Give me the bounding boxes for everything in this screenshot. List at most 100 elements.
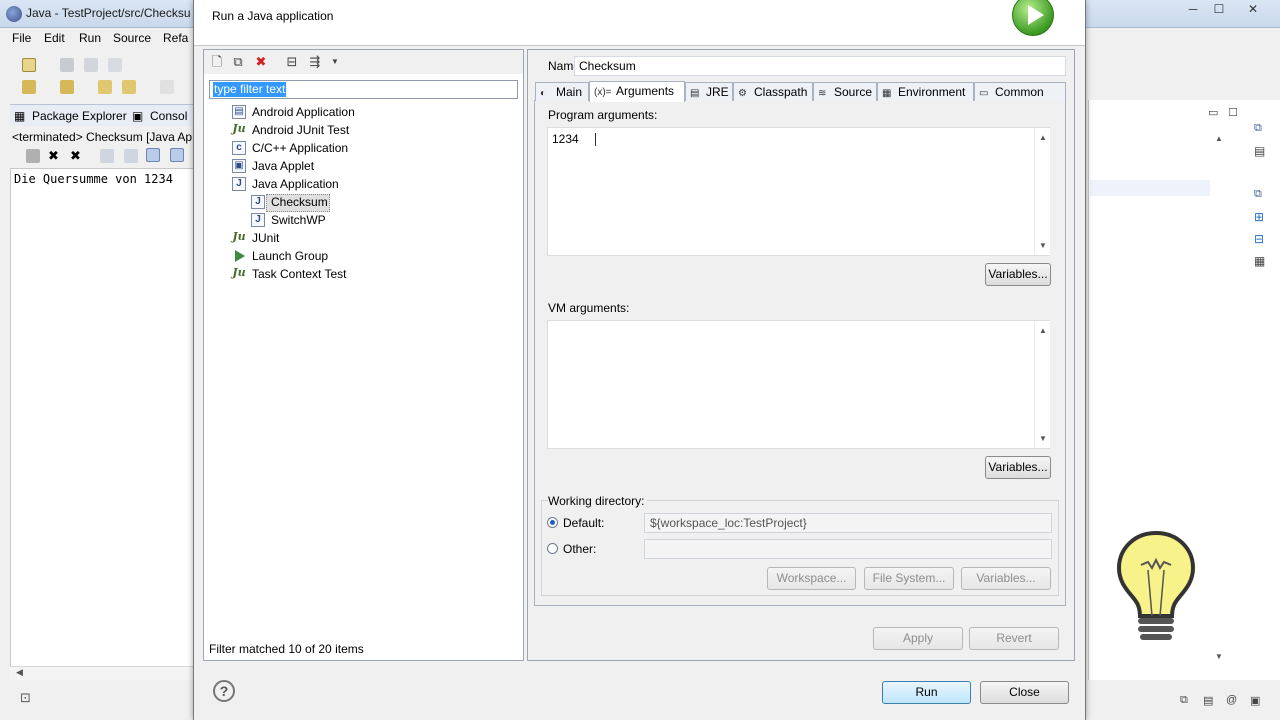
- tab-package-explorer[interactable]: Package Explorer: [32, 109, 127, 123]
- launch-group-icon: [232, 249, 246, 263]
- revert-button[interactable]: Revert: [969, 627, 1059, 650]
- print-icon[interactable]: [108, 58, 122, 72]
- tab-console[interactable]: Consol: [150, 109, 187, 123]
- scroll-up-icon[interactable]: ▲: [1215, 134, 1223, 143]
- other-radio[interactable]: [547, 543, 558, 554]
- scroll-up-icon[interactable]: ▲: [1039, 133, 1047, 142]
- maximize-icon[interactable]: ☐: [1206, 2, 1232, 18]
- word-wrap-icon[interactable]: [146, 148, 160, 162]
- task-list-icon[interactable]: ▦: [1254, 254, 1265, 268]
- tab-arguments[interactable]: (x)= Arguments: [589, 81, 685, 102]
- hierarchy-icon[interactable]: ⊞: [1254, 210, 1264, 224]
- java-app-icon: J: [232, 177, 246, 191]
- terminate-icon[interactable]: [26, 149, 40, 163]
- other-directory-field[interactable]: [644, 539, 1052, 559]
- save-all-icon[interactable]: [84, 58, 98, 72]
- restore-icon[interactable]: ⧉: [1254, 122, 1262, 135]
- program-arguments-scrollbar[interactable]: ▲ ▼: [1034, 128, 1050, 255]
- tab-common[interactable]: ▭ Common: [974, 82, 1066, 101]
- delete-config-icon[interactable]: ✖: [254, 55, 268, 69]
- tree-item-label: Task Context Test: [252, 267, 347, 281]
- outline-selection: [1090, 180, 1210, 196]
- restore-icon-2[interactable]: ⧉: [1254, 188, 1262, 201]
- tree-item-label: Checksum: [271, 195, 328, 209]
- next-annotation-icon[interactable]: [22, 80, 36, 94]
- menu-run[interactable]: Run: [79, 31, 101, 45]
- eclipse-window-title: Java - TestProject/src/Checksu: [26, 6, 191, 20]
- program-arguments-textarea[interactable]: 1234: [547, 127, 1050, 256]
- tab-jre[interactable]: ▤ JRE: [685, 82, 733, 101]
- tab-label: Source: [834, 85, 873, 99]
- eclipse-app-icon: [6, 6, 22, 22]
- prev-annotation-icon[interactable]: [60, 80, 74, 94]
- tab-environment[interactable]: ▦ Environment: [877, 82, 974, 101]
- tree-item-label: C/C++ Application: [252, 141, 349, 155]
- junit-view-icon[interactable]: ⊟: [1254, 232, 1264, 246]
- status-problems-icon[interactable]: ▤: [1203, 694, 1213, 707]
- tab-source[interactable]: ≋ Source: [813, 82, 877, 101]
- scroll-left-icon[interactable]: ◀: [16, 667, 23, 678]
- new-icon[interactable]: [22, 58, 36, 72]
- close-button[interactable]: Close: [980, 681, 1069, 704]
- console-area[interactable]: [10, 168, 195, 668]
- program-variables-button[interactable]: Variables...: [985, 263, 1051, 286]
- remove-all-icon[interactable]: ✖: [70, 149, 84, 163]
- collapse-all-icon[interactable]: ⊟: [285, 55, 299, 69]
- junit-icon: Ju: [232, 122, 246, 135]
- last-edit-icon[interactable]: [98, 80, 112, 94]
- console-status: <terminated> Checksum [Java Ap: [12, 130, 193, 144]
- java-applet-icon: ▣: [232, 159, 246, 173]
- workspace-button[interactable]: Workspace...: [767, 567, 856, 590]
- console-icon: ▣: [132, 109, 144, 123]
- horizontal-scrollbar[interactable]: ◀: [10, 666, 195, 680]
- help-icon[interactable]: ?: [213, 680, 235, 702]
- name-input[interactable]: [574, 56, 1066, 76]
- configuration-toolbar: [204, 50, 523, 74]
- close-window-icon[interactable]: ✕: [1240, 2, 1266, 18]
- menu-refactor[interactable]: Refa: [163, 31, 188, 45]
- other-variables-button[interactable]: Variables...: [961, 567, 1051, 590]
- file-system-button[interactable]: File System...: [864, 567, 954, 590]
- menu-edit[interactable]: Edit: [44, 31, 65, 45]
- status-declaration-icon[interactable]: ▣: [1250, 694, 1260, 707]
- new-config-icon[interactable]: 🗋: [210, 55, 224, 69]
- android-app-icon: ▤: [232, 105, 246, 119]
- outline-icon[interactable]: ▤: [1254, 144, 1265, 158]
- status-javadoc-icon[interactable]: @: [1226, 694, 1237, 706]
- tree-item-label: Android Application: [252, 105, 355, 119]
- tab-main[interactable]: ◐ Main: [535, 82, 589, 101]
- fast-view-icon[interactable]: ⊡: [20, 690, 31, 706]
- scroll-up-icon[interactable]: ▲: [1039, 326, 1047, 335]
- save-icon[interactable]: [60, 58, 74, 72]
- vm-arguments-scrollbar[interactable]: ▲ ▼: [1034, 321, 1050, 448]
- menu-source[interactable]: Source: [113, 31, 151, 45]
- status-restore-icon[interactable]: ⧉: [1180, 694, 1188, 707]
- scroll-down-icon[interactable]: ▼: [1039, 241, 1047, 250]
- filter-menu-chevron-down-icon[interactable]: ▼: [328, 55, 342, 69]
- scroll-lock-icon[interactable]: [124, 149, 138, 163]
- back-icon[interactable]: [122, 80, 136, 94]
- java-file-icon: J: [251, 195, 265, 209]
- vm-variables-button[interactable]: Variables...: [985, 456, 1051, 479]
- default-radio[interactable]: [547, 517, 558, 528]
- other-label: Other:: [563, 542, 597, 556]
- view-maximize-icon[interactable]: ☐: [1228, 106, 1238, 119]
- tab-label: Arguments: [616, 84, 675, 98]
- junit-icon: Ju: [232, 230, 246, 243]
- minimize-icon[interactable]: ─: [1180, 2, 1206, 18]
- duplicate-config-icon[interactable]: ⧉: [231, 55, 245, 69]
- run-button[interactable]: Run: [882, 681, 971, 704]
- scroll-down-icon[interactable]: ▼: [1215, 652, 1223, 661]
- main-tab-icon: ◐: [540, 88, 547, 99]
- apply-button[interactable]: Apply: [873, 627, 963, 650]
- filter-config-icon[interactable]: ⇶: [308, 55, 322, 69]
- menu-file[interactable]: File: [12, 31, 31, 45]
- scroll-down-icon[interactable]: ▼: [1039, 434, 1047, 443]
- remove-launch-icon[interactable]: ✖: [48, 149, 62, 163]
- clear-console-icon[interactable]: [100, 149, 114, 163]
- pin-console-icon[interactable]: [170, 148, 184, 162]
- vm-arguments-textarea[interactable]: [547, 320, 1050, 449]
- view-minimize-icon[interactable]: ▭: [1208, 106, 1218, 119]
- tab-classpath[interactable]: ⚙ Classpath: [733, 82, 813, 101]
- forward-icon[interactable]: [160, 80, 174, 94]
